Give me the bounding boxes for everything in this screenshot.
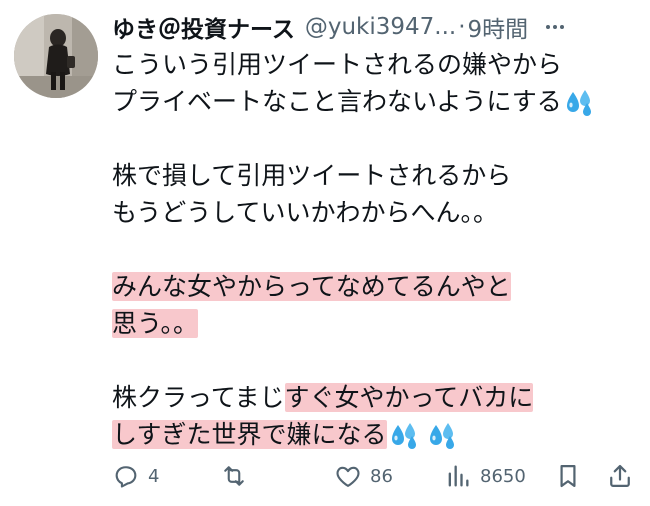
bookmark-icon [560,464,576,488]
share-button[interactable] [606,462,634,490]
highlighted-text: みんな女やからってなめてるんやと [112,272,511,301]
sweat-droplets-emoji [389,421,419,449]
tweet-line: 株クラってまじすぐ女やかってバカに [112,379,640,416]
tweet-line: みんな女やからってなめてるんやと [112,268,640,305]
tweet-line: こういう引用ツイートされるの嫌やから [112,46,640,83]
retweet-button[interactable] [220,462,256,490]
tweet-line: もうどうしていいかわからへん。。 [112,194,640,231]
text-segment: もうどうしていいかわからへん。。 [112,198,499,227]
like-button[interactable]: 86 [334,462,393,490]
share-icon [610,464,630,488]
tweet-header: ゆき＠投資ナース @yuki3947... · 9時間 [112,10,642,44]
highlighted-text: しすぎた世界で嫌になる [112,420,387,449]
tweet-text: こういう引用ツイートされるの嫌やから プライベートなこと言わないようにする 株で損し… [112,46,640,453]
action-bar: 4 86 8650 [112,458,642,496]
views-button[interactable]: 8650 [444,462,526,490]
reply-icon [115,466,137,488]
bookmark-button[interactable] [554,462,582,490]
tweet-line: 思う。。 [112,305,640,342]
heart-icon [336,466,360,487]
tweet-line: プライベートなこと言わないようにする [112,83,640,120]
text-segment: 株で損して引用ツイートされるから [112,161,512,190]
like-count: 86 [370,465,393,487]
user-handle[interactable]: @yuki3947... [305,14,456,40]
tweet-line: しすぎた世界で嫌になる [112,416,640,453]
profile-photo [14,14,98,98]
views-icon [448,465,469,487]
highlighted-text: 思う。。 [112,309,199,338]
tweet-line: 株で損して引用ツイートされるから [112,157,640,194]
sweat-droplets-emoji [564,88,594,116]
reply-count: 4 [148,465,160,487]
more-icon[interactable] [542,14,568,40]
text-segment: 株クラってまじ [112,383,285,412]
reply-button[interactable]: 4 [112,462,159,490]
avatar[interactable] [14,14,98,98]
highlighted-text: すぐ女やかってバカに [284,383,534,412]
display-name[interactable]: ゆき＠投資ナース [112,10,295,44]
text-segment: プライベートなこと言わないようにする [112,87,562,116]
retweet-icon [224,466,244,486]
sweat-droplets-emoji [427,421,457,449]
text-segment: こういう引用ツイートされるの嫌やから [112,50,563,79]
timestamp[interactable]: 9時間 [468,10,529,44]
separator-dot: · [458,14,466,40]
views-count: 8650 [480,465,526,487]
